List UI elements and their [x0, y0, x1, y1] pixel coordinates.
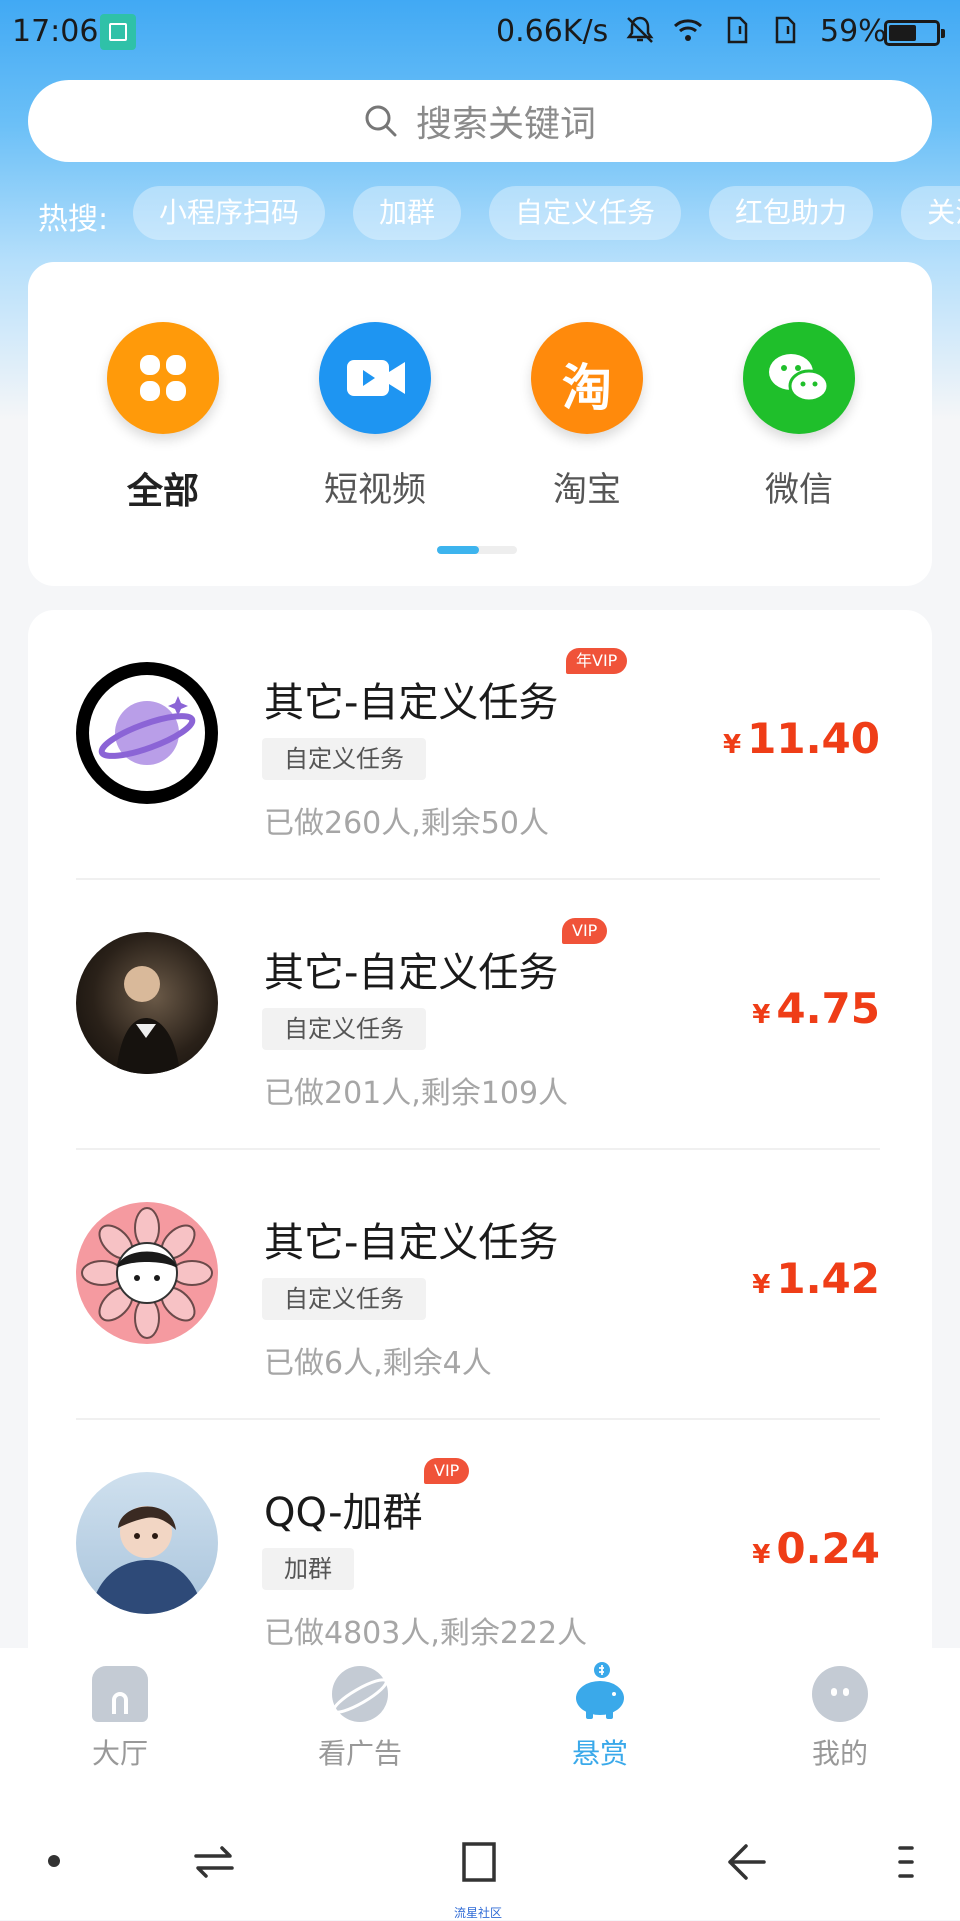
search-placeholder: 搜索关键词: [415, 104, 596, 145]
status-time: 17:06: [12, 14, 99, 49]
category-taobao[interactable]: 淘 淘宝: [497, 322, 677, 511]
price-value: 1.42: [776, 1254, 880, 1303]
task-tag: 自定义任务: [262, 1008, 426, 1050]
screen-capture-icon: [100, 14, 136, 50]
status-bar: 17:06 0.66K/s 59%: [0, 0, 960, 66]
taobao-icon-char: 淘: [562, 359, 612, 417]
tab-label: 悬赏: [571, 1737, 628, 1770]
currency-symbol: ¥: [752, 1000, 771, 1030]
currency-symbol: ¥: [723, 730, 742, 760]
vip-badge: VIP: [562, 918, 608, 944]
network-speed: 0.66K/s: [496, 14, 609, 49]
task-title: 其它-自定义任务: [264, 950, 559, 996]
video-camera-icon: [319, 322, 431, 434]
category-label: 淘宝: [553, 470, 621, 510]
tab-reward[interactable]: 悬赏: [530, 1662, 670, 1772]
task-title: 其它-自定义任务: [264, 680, 559, 726]
category-card: 全部 短视频 淘 淘宝 微信: [28, 262, 932, 586]
task-price: ¥11.40: [723, 714, 880, 763]
system-nav-bar: 流星社区: [0, 1776, 960, 1920]
search-bar[interactable]: 搜索关键词: [28, 80, 932, 162]
vip-badge: 年VIP: [566, 648, 628, 674]
avatar: [76, 662, 218, 804]
dot-icon[interactable]: [48, 1855, 60, 1867]
bottom-tab-bar: 大厅 看广告 悬赏 我的: [0, 1648, 960, 1776]
back-icon[interactable]: [724, 1840, 768, 1884]
wifi-icon: [673, 19, 703, 41]
price-value: 4.75: [776, 984, 880, 1033]
task-price: ¥4.75: [752, 984, 880, 1033]
task-row[interactable]: 其它-自定义任务 年VIP 自定义任务 已做260人,剩余50人 ¥11.40: [28, 610, 932, 880]
avatar: [76, 932, 218, 1074]
task-list: 其它-自定义任务 年VIP 自定义任务 已做260人,剩余50人 ¥11.40 …: [28, 610, 932, 1710]
hot-search-label: 热搜:: [38, 202, 109, 237]
piggy-bank-icon: [572, 1662, 628, 1722]
task-stats: 已做260人,剩余50人: [264, 806, 549, 841]
profile-face-icon: [812, 1666, 868, 1722]
category-short-video[interactable]: 短视频: [285, 322, 465, 511]
task-tag: 自定义任务: [262, 1278, 426, 1320]
taobao-icon: 淘: [531, 322, 643, 434]
search-icon: [365, 105, 397, 137]
task-tag: 加群: [262, 1548, 354, 1590]
menu-icon[interactable]: [898, 1842, 914, 1882]
hall-icon: [92, 1666, 148, 1722]
home-icon[interactable]: [458, 1840, 502, 1884]
price-value: 11.40: [747, 714, 880, 763]
grid-icon: [107, 322, 219, 434]
currency-symbol: ¥: [752, 1540, 771, 1570]
hot-chip[interactable]: 红包助力: [709, 186, 874, 240]
wechat-icon: [743, 322, 855, 434]
currency-symbol: ¥: [752, 1270, 771, 1300]
switch-apps-icon[interactable]: [192, 1842, 236, 1882]
tab-label: 大厅: [91, 1737, 148, 1770]
category-all[interactable]: 全部: [73, 322, 253, 514]
sim-card-icon: [727, 16, 748, 44]
tab-watch-ads[interactable]: 看广告: [290, 1666, 430, 1772]
task-stats: 已做6人,剩余4人: [264, 1346, 492, 1381]
task-row[interactable]: 其它-自定义任务 VIP 自定义任务 已做201人,剩余109人 ¥4.75: [28, 880, 932, 1150]
planet-icon: [332, 1666, 388, 1722]
hot-chip[interactable]: 加群: [353, 186, 462, 240]
task-title: 其它-自定义任务: [264, 1220, 559, 1266]
task-price: ¥0.24: [752, 1524, 880, 1573]
tab-mine[interactable]: 我的: [770, 1666, 910, 1772]
hot-chip[interactable]: 关注: [901, 186, 960, 240]
hot-search: 热搜: 小程序扫码 加群 自定义任务 红包助力 关注: [0, 186, 960, 242]
battery-icon: [884, 20, 945, 46]
watermark: 流星社区: [454, 1906, 503, 1920]
task-row[interactable]: 其它-自定义任务 自定义任务 已做6人,剩余4人 ¥1.42: [28, 1150, 932, 1420]
task-tag: 自定义任务: [262, 738, 426, 780]
status-icons: [624, 14, 800, 46]
page-indicator: [437, 546, 517, 554]
tab-hall[interactable]: 大厅: [50, 1666, 190, 1772]
bell-muted-icon: [626, 16, 654, 43]
category-label: 微信: [765, 470, 833, 510]
category-label: 短视频: [324, 470, 426, 510]
avatar: [76, 1472, 218, 1614]
category-label: 全部: [126, 471, 199, 512]
task-title: QQ-加群: [264, 1490, 423, 1536]
tab-label: 看广告: [317, 1737, 402, 1770]
vip-badge: VIP: [424, 1458, 470, 1484]
task-price: ¥1.42: [752, 1254, 880, 1303]
tab-label: 我的: [811, 1737, 868, 1770]
sim-card-icon: [775, 16, 796, 44]
hot-chip[interactable]: 小程序扫码: [133, 186, 326, 240]
category-wechat[interactable]: 微信: [709, 322, 889, 511]
price-value: 0.24: [776, 1524, 880, 1573]
task-stats: 已做4803人,剩余222人: [264, 1616, 588, 1651]
avatar: [76, 1202, 218, 1344]
battery-percent: 59%: [820, 14, 887, 49]
hot-chip[interactable]: 自定义任务: [489, 186, 682, 240]
task-stats: 已做201人,剩余109人: [264, 1076, 569, 1111]
